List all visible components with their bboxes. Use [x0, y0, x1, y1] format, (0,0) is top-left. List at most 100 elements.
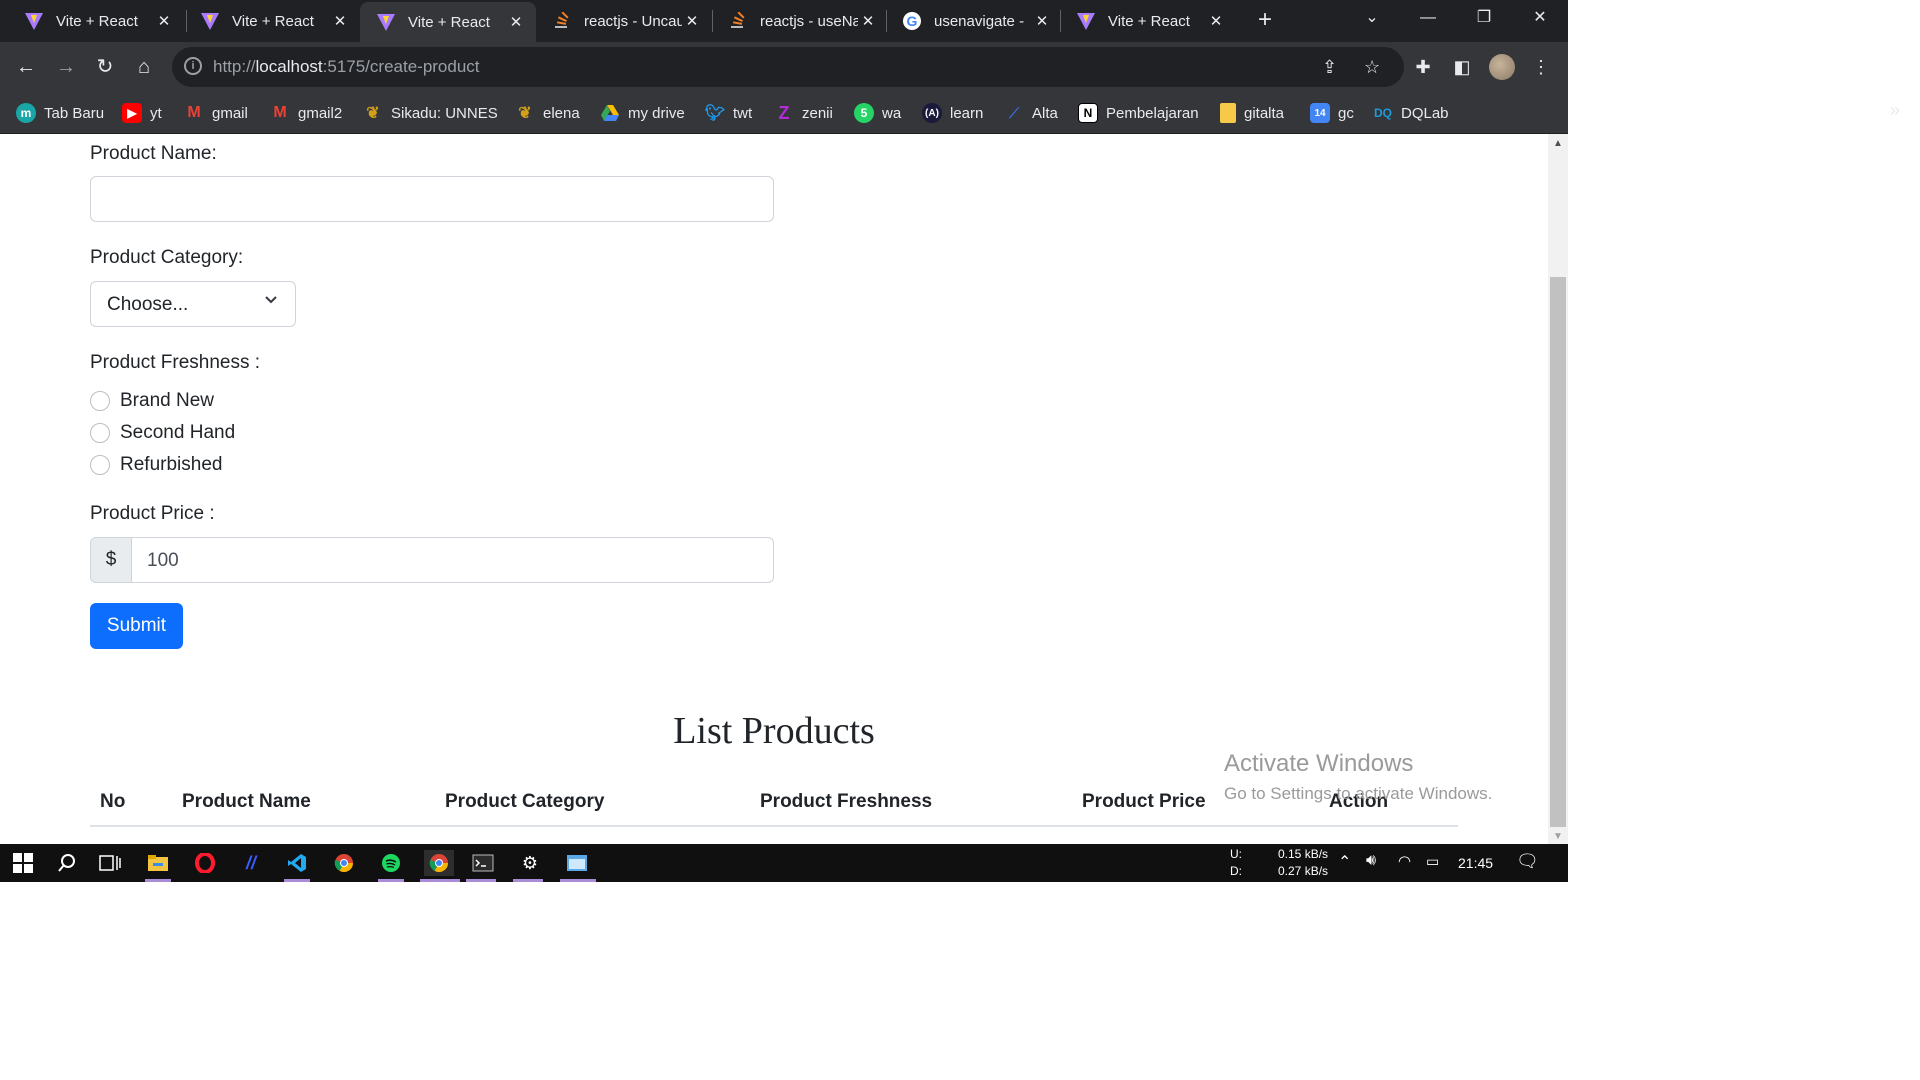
back-arrow-icon[interactable]: ←: [12, 54, 40, 82]
column-header-no: No: [100, 791, 126, 812]
table-header-divider: [90, 825, 1458, 827]
tab-6[interactable]: G usenavigate - ✕: [878, 0, 1062, 42]
search-icon[interactable]: [54, 850, 80, 876]
tab-7[interactable]: Vite + React ✕: [1052, 0, 1236, 42]
scroll-up-arrow-icon[interactable]: ▲: [1553, 138, 1563, 149]
product-price-input[interactable]: 100: [131, 537, 774, 583]
bookmark-yt[interactable]: ▶ yt: [122, 100, 162, 126]
alta-icon: ⟋: [1009, 104, 1019, 121]
tray-chevron-up-icon[interactable]: ⌃: [1338, 852, 1351, 872]
bookmark-sikadu[interactable]: ❦ Sikadu: UNNES: [363, 100, 497, 126]
close-icon[interactable]: ✕: [1032, 12, 1052, 30]
bookmark-dqlab[interactable]: DQ DQLab: [1373, 100, 1449, 126]
category-selected-value: Choose...: [107, 294, 189, 315]
opera-icon[interactable]: [192, 850, 218, 876]
side-panel-icon[interactable]: ◧: [1449, 54, 1475, 80]
reload-icon[interactable]: ↻: [91, 54, 119, 82]
radio-refurbished[interactable]: Refurbished: [90, 453, 222, 477]
folder-icon: [1220, 103, 1236, 123]
radio-brand-new[interactable]: Brand New: [90, 389, 214, 413]
chevron-down-icon: [265, 296, 277, 304]
new-tab-button[interactable]: +: [1252, 8, 1278, 34]
bookmark-wa[interactable]: 5 wa: [854, 100, 901, 126]
close-icon[interactable]: ✕: [858, 12, 878, 30]
chrome-icon[interactable]: [331, 850, 357, 876]
page-scrollbar[interactable]: ▲ ▼: [1548, 134, 1568, 844]
tab-1[interactable]: Vite + React ✕: [0, 0, 184, 42]
tab-title: Vite + React: [56, 12, 138, 30]
tab-title: reactjs - useNa: [760, 12, 858, 30]
bookmark-my-drive[interactable]: my drive: [600, 100, 685, 126]
tab-4[interactable]: reactjs - Uncau ✕: [528, 0, 712, 42]
product-category-select[interactable]: Choose...: [90, 281, 296, 327]
close-window-button[interactable]: ✕: [1512, 0, 1568, 42]
taskbar-clock[interactable]: 21:45: [1458, 855, 1493, 871]
list-products-title: List Products: [673, 710, 875, 752]
share-icon[interactable]: ⇪: [1322, 57, 1337, 78]
tab-2[interactable]: Vite + React ✕: [176, 0, 360, 42]
product-name-label: Product Name:: [90, 143, 217, 164]
forward-arrow-icon[interactable]: →: [52, 54, 80, 82]
scrollbar-thumb[interactable]: [1550, 277, 1566, 827]
notification-center-icon[interactable]: 🗨︎: [1516, 851, 1539, 872]
minimize-button[interactable]: —: [1400, 0, 1456, 42]
snipping-tool-icon[interactable]: [564, 850, 590, 876]
bookmark-gmail[interactable]: Mgmail: [184, 100, 248, 126]
product-name-input[interactable]: [90, 176, 774, 222]
bookmark-alta[interactable]: ⟋ Alta: [1004, 100, 1058, 126]
bookmark-pembelajaran[interactable]: N Pembelajaran: [1078, 100, 1199, 126]
bookmark-gitalta[interactable]: gitalta: [1220, 100, 1284, 126]
wifi-icon[interactable]: ◠: [1398, 852, 1411, 870]
close-icon[interactable]: ✕: [682, 12, 702, 30]
windows-start-icon[interactable]: [10, 850, 36, 876]
radio-label: Second Hand: [120, 422, 236, 443]
address-bar[interactable]: i http://localhost:5175/create-product ⇪…: [172, 47, 1404, 87]
radio-second-hand[interactable]: Second Hand: [90, 421, 235, 445]
bookmark-gmail2[interactable]: Mgmail2: [270, 100, 342, 126]
youtube-icon: ▶: [122, 103, 142, 123]
tab-title: Vite + React: [408, 13, 490, 31]
bookmark-star-icon[interactable]: ☆: [1364, 57, 1380, 78]
tab-5[interactable]: reactjs - useNa ✕: [704, 0, 888, 42]
unnes-icon: ❦: [518, 105, 532, 122]
close-icon[interactable]: ✕: [1206, 12, 1226, 30]
chrome-active-icon[interactable]: [424, 850, 454, 876]
visual-studio-icon[interactable]: //: [238, 850, 264, 876]
vscode-icon[interactable]: [284, 850, 310, 876]
settings-gear-icon[interactable]: ⚙: [517, 850, 543, 876]
bookmark-gc[interactable]: 14 gc: [1310, 100, 1354, 126]
menu-dots-icon[interactable]: ⋮: [1528, 54, 1554, 80]
url-text[interactable]: http://localhost:5175/create-product: [213, 57, 480, 77]
site-info-icon[interactable]: i: [184, 57, 202, 75]
price-placeholder: 100: [147, 550, 179, 571]
radio-button[interactable]: [90, 391, 110, 411]
bookmark-twt[interactable]: 🐦︎ twt: [705, 100, 752, 126]
profile-avatar[interactable]: [1489, 54, 1515, 80]
bookmark-tab-baru[interactable]: m Tab Baru: [16, 100, 104, 126]
restore-button[interactable]: ❐: [1456, 0, 1512, 42]
tab-3-active[interactable]: Vite + React ✕: [360, 2, 536, 42]
extensions-icon[interactable]: ✚: [1410, 54, 1436, 80]
spotify-icon[interactable]: [378, 850, 404, 876]
battery-icon[interactable]: ▭: [1426, 853, 1439, 870]
bookmark-learn[interactable]: (A) learn: [922, 100, 983, 126]
close-icon[interactable]: ✕: [154, 12, 174, 30]
terminal-icon[interactable]: [470, 850, 496, 876]
radio-button[interactable]: [90, 423, 110, 443]
volume-icon[interactable]: 🔊︎: [1366, 852, 1376, 870]
home-icon[interactable]: ⌂: [130, 54, 158, 82]
bookmarks-overflow-chevron-icon[interactable]: »: [1890, 100, 1900, 121]
close-icon[interactable]: ✕: [330, 12, 350, 30]
radio-button[interactable]: [90, 455, 110, 475]
scroll-down-arrow-icon[interactable]: ▼: [1553, 831, 1563, 842]
close-icon[interactable]: ✕: [506, 13, 526, 31]
bookmark-zenii[interactable]: Zzenii: [774, 100, 833, 126]
bookmark-elena[interactable]: ❦ elena: [515, 100, 579, 126]
column-header-product-freshness: Product Freshness: [760, 791, 933, 812]
submit-button[interactable]: Submit: [90, 603, 183, 649]
product-freshness-label: Product Freshness :: [90, 352, 261, 373]
task-view-icon[interactable]: [97, 850, 123, 876]
tab-search-chevron-icon[interactable]: ⌄: [1344, 0, 1400, 42]
file-explorer-icon[interactable]: [145, 850, 171, 876]
zenius-icon: Z: [778, 102, 790, 123]
